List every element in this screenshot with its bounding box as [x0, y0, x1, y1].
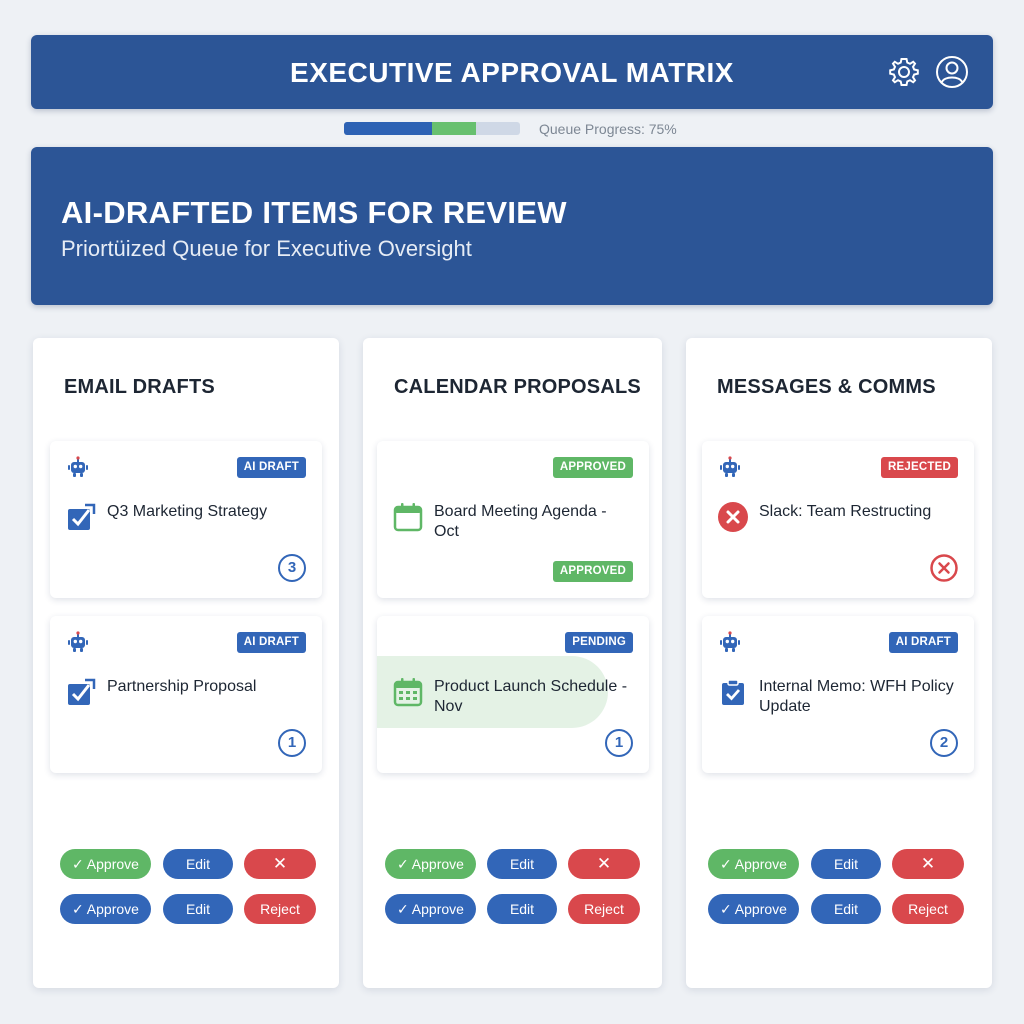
rejected-outline-icon — [930, 554, 958, 582]
status-badge: AI DRAFT — [888, 632, 958, 653]
reject-button[interactable]: Reject — [568, 894, 640, 924]
edit-button[interactable]: Edit — [487, 894, 557, 924]
reject-button[interactable]: Reject — [244, 894, 316, 924]
edit-button[interactable]: Edit — [487, 849, 557, 879]
reject-x-button[interactable]: ✕ — [568, 849, 640, 879]
column-email-drafts: EMAIL DRAFTS AI DRAFT Q3 Marketing Strat… — [33, 338, 339, 988]
edit-button[interactable]: Edit — [163, 849, 233, 879]
status-badge: PENDING — [565, 632, 633, 653]
checked-document-icon — [68, 678, 96, 705]
priority-badge: 1 — [605, 729, 633, 757]
reject-button[interactable]: Reject — [892, 894, 964, 924]
edit-button[interactable]: Edit — [811, 849, 881, 879]
card-board-meeting[interactable]: APPROVED Board Meeting Agenda - Oct APPR… — [377, 441, 649, 598]
gear-icon[interactable] — [887, 55, 921, 89]
approve-button[interactable]: ✓ Approve — [385, 894, 476, 924]
priority-badge: 2 — [930, 729, 958, 757]
user-avatar-icon[interactable] — [935, 55, 969, 89]
item-title: Internal Memo: WFH Policy Update — [759, 678, 954, 715]
checked-document-icon — [68, 503, 96, 530]
status-badge: AI DRAFT — [236, 632, 306, 653]
item-title: Board Meeting Agenda - Oct — [434, 503, 607, 540]
priority-badge: 1 — [278, 729, 306, 757]
hero-banner: AI-DRAFTED ITEMS FOR REVIEW Priortüized … — [31, 147, 993, 305]
reject-x-button[interactable]: ✕ — [244, 849, 316, 879]
robot-icon — [68, 631, 88, 652]
queue-progress: Queue Progress: 75% — [344, 121, 744, 137]
status-badge-approved: APPROVED — [552, 561, 633, 582]
robot-icon — [68, 456, 88, 477]
column-title: CALENDAR PROPOSALS — [394, 376, 641, 398]
robot-icon — [720, 456, 740, 477]
status-badge: APPROVED — [552, 457, 633, 478]
robot-icon — [720, 631, 740, 652]
progress-label: Queue Progress: 75% — [539, 121, 677, 137]
approve-button[interactable]: ✓ Approve — [60, 849, 151, 879]
edit-button[interactable]: Edit — [163, 894, 233, 924]
column-title: MESSAGES & COMMS — [717, 376, 936, 398]
card-product-launch[interactable]: PENDING Product Launch Schedule - Nov 1 — [377, 616, 649, 773]
clipboard-check-icon — [722, 679, 744, 705]
item-title: Product Launch Schedule - Nov — [434, 678, 628, 715]
hero-title: AI-DRAFTED ITEMS FOR REVIEW — [61, 195, 567, 230]
approve-button[interactable]: ✓ Approve — [708, 849, 799, 879]
column-messages-comms: MESSAGES & COMMS REJECTED Slack: Team Re… — [686, 338, 992, 988]
priority-badge: 3 — [278, 554, 306, 582]
calendar-grid-icon — [393, 678, 423, 707]
item-title: Partnership Proposal — [107, 678, 257, 695]
edit-button[interactable]: Edit — [811, 894, 881, 924]
card-slack-restructing[interactable]: REJECTED Slack: Team Restructing — [702, 441, 974, 598]
column-calendar-proposals: CALENDAR PROPOSALS APPROVED Board Meetin… — [363, 338, 662, 988]
card-partnership-proposal[interactable]: AI DRAFT Partnership Proposal 1 — [50, 616, 322, 773]
progress-fill — [344, 122, 476, 135]
reject-x-button[interactable]: ✕ — [892, 849, 964, 879]
rejected-circle-icon — [718, 502, 748, 532]
app-title: EXECUTIVE APPROVAL MATRIX — [290, 57, 734, 88]
card-internal-memo[interactable]: AI DRAFT Internal Memo: WFH Policy Updat… — [702, 616, 974, 773]
column-title: EMAIL DRAFTS — [64, 376, 215, 398]
calendar-icon — [393, 503, 423, 532]
hero-subtitle: Priortüized Queue for Executive Oversigh… — [61, 236, 472, 261]
item-title: Q3 Marketing Strategy — [107, 503, 268, 520]
item-title: Slack: Team Restructing — [759, 503, 932, 520]
status-badge: REJECTED — [881, 457, 958, 478]
app-header: EXECUTIVE APPROVAL MATRIX — [31, 35, 993, 109]
card-q3-marketing[interactable]: AI DRAFT Q3 Marketing Strategy 3 — [50, 441, 322, 598]
status-badge: AI DRAFT — [236, 457, 306, 478]
approve-button[interactable]: ✓ Approve — [385, 849, 476, 879]
approve-button[interactable]: ✓ Approve — [60, 894, 151, 924]
approve-button[interactable]: ✓ Approve — [708, 894, 799, 924]
progress-bar — [344, 122, 520, 135]
